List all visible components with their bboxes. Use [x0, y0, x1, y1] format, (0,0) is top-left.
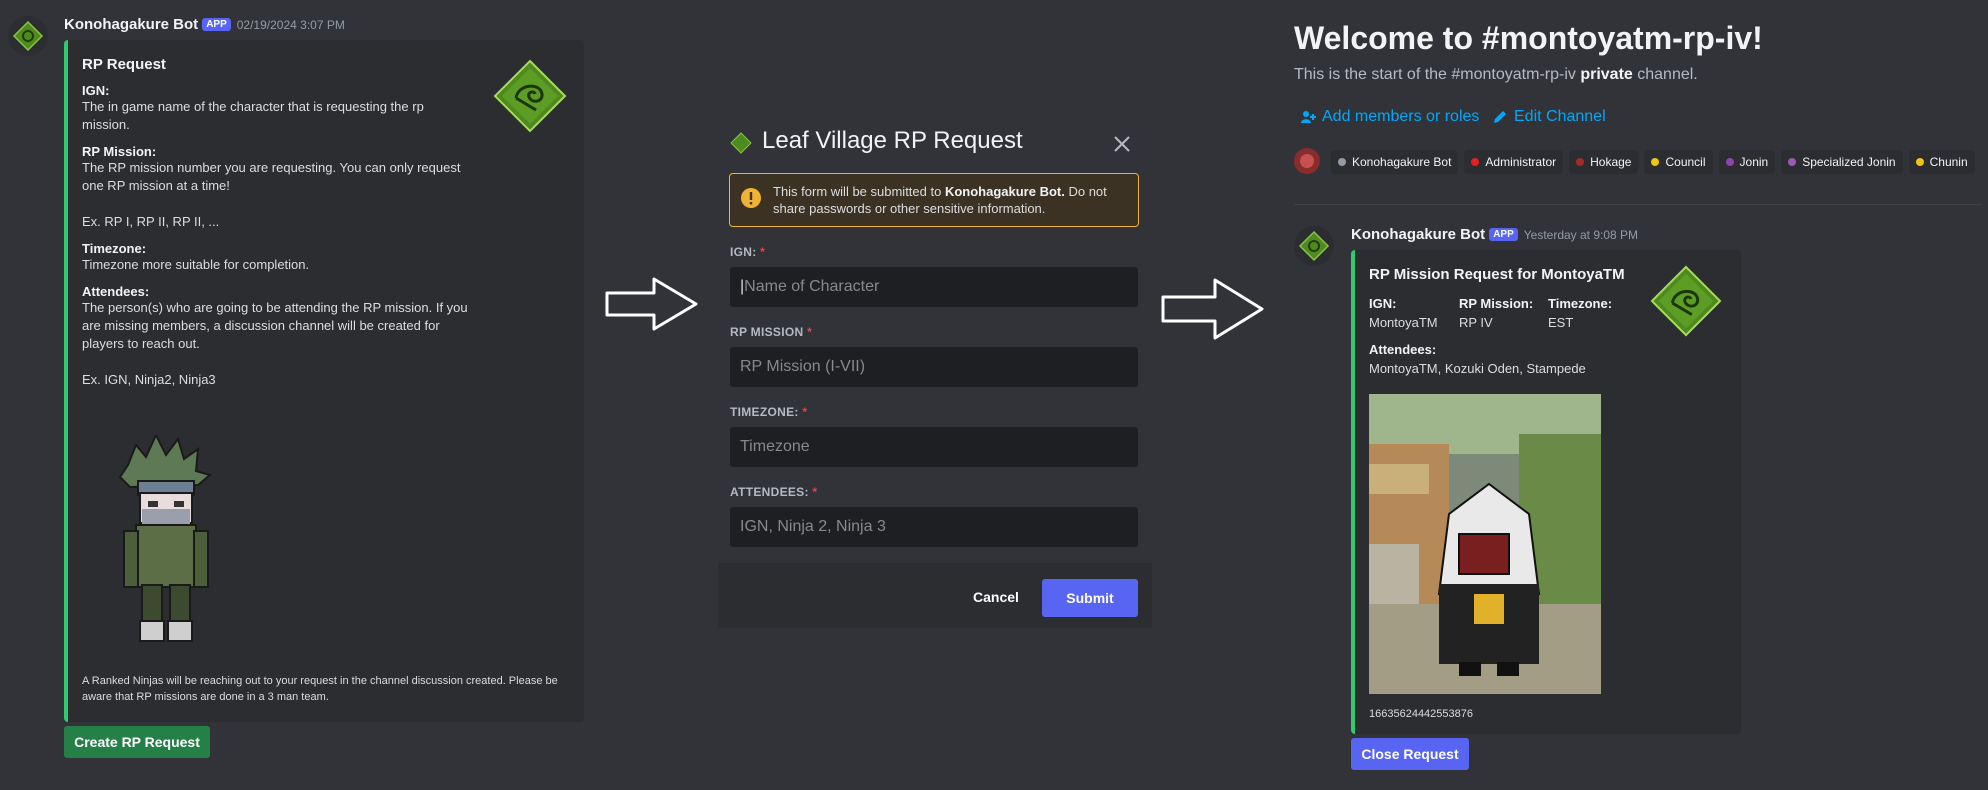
warning-banner: This form will be submitted to Konohagak… [729, 173, 1139, 227]
leaf-village-thumbnail-icon[interactable] [492, 58, 568, 134]
role-color-dot [1915, 158, 1924, 166]
warning-prefix: This form will be submitted to [773, 184, 945, 199]
role-chip[interactable]: Specialized Jonin [1781, 150, 1903, 174]
ign-field-value: MontoyaTM [1369, 315, 1438, 330]
warning-bot-name: Konohagakure Bot. [944, 184, 1065, 199]
role-color-dot [1651, 158, 1660, 166]
leaf-village-icon [1298, 230, 1330, 262]
field-mission-value: The RP mission number you are requesting… [82, 160, 461, 229]
rp-request-embed: RP Request IGN: The in game name of the … [64, 40, 584, 722]
embed-footer: A Ranked Ninjas will be reaching out to … [82, 675, 558, 703]
close-request-button[interactable]: Close Request [1351, 738, 1469, 770]
role-list: Konohagakure Bot Administrator Hokage Co… [1331, 150, 1981, 174]
mission-request-embed: RP Mission Request for MontoyaTM IGN: Mo… [1351, 250, 1741, 734]
author-name[interactable]: Konohagakure Bot [64, 16, 198, 33]
channel-subtitle: This is the start of the #montoyatm-rp-i… [1294, 66, 1698, 83]
leaf-village-thumbnail-icon[interactable] [1649, 264, 1723, 338]
warning-icon [741, 188, 761, 208]
attendees-field-name: Attendees: [1369, 342, 1437, 357]
field-ign-name: IGN: [82, 83, 110, 98]
ign-input[interactable]: |Name of Character [730, 267, 1138, 307]
pencil-icon [1494, 111, 1506, 123]
ign-label: IGN: * [730, 245, 766, 259]
role-color-dot [1576, 158, 1585, 166]
field-ign-value: The in game name of the character that i… [82, 99, 424, 132]
bot-avatar[interactable] [8, 16, 48, 56]
leaf-village-icon [12, 20, 44, 52]
role-color-dot [1788, 158, 1797, 166]
add-members-link[interactable]: Add members or roles [1300, 108, 1479, 126]
role-chip[interactable]: Konohagakure Bot [1331, 150, 1459, 174]
role-color-dot [1725, 158, 1734, 166]
mission-character-image[interactable] [1369, 394, 1601, 694]
field-attendees-value: The person(s) who are going to be attend… [82, 300, 468, 387]
attendees-input[interactable]: IGN, Ninja 2, Ninja 3 [730, 507, 1138, 547]
mission-field-value: RP IV [1459, 315, 1493, 330]
role-color-dot [1338, 158, 1346, 166]
timezone-field-name: Timezone: [1548, 296, 1613, 311]
submit-button[interactable]: Submit [1042, 579, 1138, 617]
close-icon[interactable] [1112, 134, 1132, 154]
role-chip[interactable]: Chunin [1908, 150, 1975, 174]
timezone-input[interactable]: Timezone [730, 427, 1138, 467]
rp-mission-input[interactable]: RP Mission (I-VII) [730, 347, 1138, 387]
bot-avatar[interactable] [1294, 226, 1334, 266]
cancel-button[interactable]: Cancel [973, 589, 1019, 605]
timezone-label: TIMEZONE: * [730, 405, 808, 419]
field-attendees-name: Attendees: [82, 284, 150, 299]
app-badge: APP [202, 18, 231, 31]
embed-title: RP Request [82, 56, 166, 73]
channel-welcome-title: Welcome to #montoyatm-rp-iv! [1294, 20, 1763, 56]
app-badge: APP [1489, 228, 1518, 241]
ninja-character-image[interactable] [118, 435, 218, 647]
role-chip[interactable]: Jonin [1718, 150, 1776, 174]
timezone-field-value: EST [1548, 315, 1574, 330]
field-timezone-value: Timezone more suitable for completion. [82, 257, 310, 272]
role-chip[interactable]: Council [1644, 150, 1713, 174]
user-avatar[interactable] [1294, 148, 1320, 174]
edit-channel-link[interactable]: Edit Channel [1492, 108, 1606, 126]
timestamp: 02/19/2024 3:07 PM [236, 18, 345, 32]
author-name[interactable]: Konohagakure Bot [1351, 226, 1485, 243]
add-user-icon [1301, 111, 1316, 123]
arrow-right-icon [1161, 278, 1264, 340]
field-timezone-name: Timezone: [82, 241, 147, 256]
ign-field-name: IGN: [1369, 296, 1397, 311]
create-rp-request-button[interactable]: Create RP Request [64, 726, 210, 758]
divider [1294, 204, 1982, 205]
timestamp: Yesterday at 9:08 PM [1523, 228, 1639, 242]
embed-title: RP Mission Request for MontoyaTM [1369, 266, 1625, 283]
role-chip[interactable]: Administrator [1464, 150, 1564, 174]
role-color-dot [1471, 158, 1480, 166]
rp-mission-label: RP MISSION * [730, 325, 813, 339]
attendees-label: ATTENDEES: * [730, 485, 818, 499]
attendees-field-value: MontoyaTM, Kozuki Oden, Stampede [1369, 361, 1586, 376]
message-header: Konohagakure Bot APP Yesterday at 9:08 PM [1351, 226, 1638, 244]
leaf-village-icon [730, 132, 752, 154]
role-chip[interactable]: Hokage [1569, 150, 1639, 174]
mission-field-name: RP Mission: [1459, 296, 1534, 311]
modal-title: Leaf Village RP Request [762, 127, 1023, 154]
embed-footer: 1663562444255387​6 [1369, 708, 1474, 720]
message-header: Konohagakure Bot APP 02/19/2024 3:07 PM [64, 16, 345, 34]
field-mission-name: RP Mission: [82, 144, 157, 159]
arrow-right-icon [605, 277, 698, 331]
